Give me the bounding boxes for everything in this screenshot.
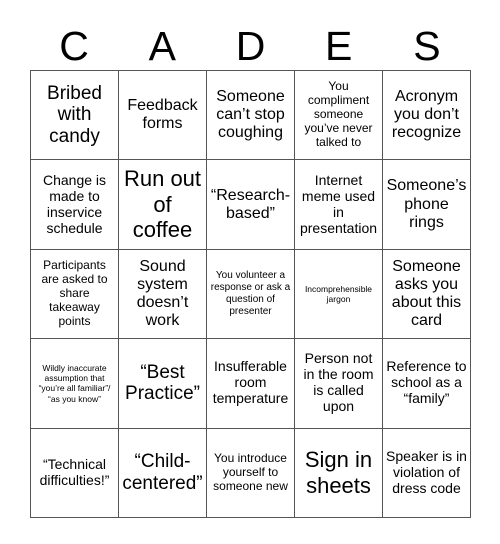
bingo-cell[interactable]: Run out of coffee bbox=[119, 160, 207, 250]
bingo-cell[interactable]: Insufferable room temperature bbox=[207, 339, 295, 429]
bingo-cell-label: “Technical difficulties!” bbox=[39, 455, 110, 488]
bingo-cell[interactable]: “Child-centered” bbox=[119, 428, 207, 518]
bingo-card: C A D E S Bribed with candy Feedback forms Som… bbox=[0, 0, 500, 544]
bingo-cell[interactable]: Someone can’t stop coughing bbox=[207, 71, 295, 161]
bingo-cell[interactable]: Bribed with candy bbox=[31, 71, 119, 161]
bingo-cell-label: Speaker is in violation of dress code bbox=[386, 447, 467, 496]
bingo-header-letter: E bbox=[325, 23, 353, 69]
bingo-cell-label: “Best Practice” bbox=[125, 361, 200, 405]
bingo-cell-label: Participants are asked to share takeaway… bbox=[41, 258, 108, 328]
bingo-grid: Bribed with candy Feedback forms Someone c… bbox=[30, 70, 471, 518]
bingo-cell[interactable]: You volunteer a response or ask a questi… bbox=[207, 249, 295, 340]
bingo-header: CADES bbox=[30, 18, 471, 68]
bingo-cell[interactable]: Internet meme used in presentation bbox=[295, 160, 383, 250]
bingo-cell-label: Incomprehensible jargon bbox=[304, 283, 373, 304]
bingo-cell-label: Acronym you don’t recognize bbox=[391, 88, 462, 142]
bingo-cell[interactable]: Reference to school as a “family” bbox=[383, 339, 471, 429]
bingo-cell-label: Change is made to inservice schedule bbox=[42, 171, 107, 236]
bingo-cell-label: Insufferable room temperature bbox=[212, 358, 289, 407]
bingo-cell[interactable]: Speaker is in violation of dress code bbox=[383, 428, 471, 518]
bingo-cell-label: You volunteer a response or ask a questi… bbox=[210, 270, 291, 317]
bingo-cell[interactable]: Participants are asked to share takeaway… bbox=[31, 249, 119, 340]
bingo-cell-label: Wildly inaccurate assumption that “you’r… bbox=[38, 363, 111, 404]
bingo-cell-label: “Research-based” bbox=[210, 186, 291, 222]
bingo-cell-label: Person not in the room is called upon bbox=[303, 350, 374, 415]
bingo-cell[interactable]: Sound system doesn’t work bbox=[119, 249, 207, 340]
bingo-cell-label: Someone can’t stop coughing bbox=[216, 88, 285, 142]
bingo-header-letter: D bbox=[235, 23, 266, 69]
bingo-cell-label: You introduce yourself to someone new bbox=[213, 450, 288, 493]
bingo-header-letter: C bbox=[59, 23, 89, 69]
bingo-cell[interactable]: You introduce yourself to someone new bbox=[207, 428, 295, 518]
bingo-cell[interactable]: “Best Practice” bbox=[119, 339, 207, 429]
bingo-cell[interactable]: Acronym you don’t recognize bbox=[383, 71, 471, 161]
bingo-cell-label: Internet meme used in presentation bbox=[299, 171, 378, 236]
bingo-cell-label: Someone’s phone rings bbox=[386, 177, 467, 231]
bingo-cell[interactable]: Change is made to inservice schedule bbox=[31, 160, 119, 250]
bingo-cell-label: Someone asks you about this card bbox=[391, 257, 462, 330]
bingo-header-letter: S bbox=[413, 23, 441, 69]
bingo-cell[interactable]: You compliment someone you’ve never talk… bbox=[295, 71, 383, 161]
bingo-cell-label: Run out of coffee bbox=[123, 166, 202, 243]
bingo-cell[interactable]: Person not in the room is called upon bbox=[295, 339, 383, 429]
bingo-cell[interactable]: “Research-based” bbox=[207, 160, 295, 250]
bingo-cell-label: Bribed with candy bbox=[47, 82, 102, 148]
bingo-cell[interactable]: Sign in sheets bbox=[295, 428, 383, 518]
bingo-cell[interactable]: Wildly inaccurate assumption that “you’r… bbox=[31, 339, 119, 429]
bingo-cell-label: Feedback forms bbox=[127, 97, 198, 133]
bingo-cell[interactable]: Someone’s phone rings bbox=[383, 160, 471, 250]
bingo-cell-label: “Child-centered” bbox=[122, 451, 203, 494]
bingo-cell[interactable]: “Technical difficulties!” bbox=[31, 428, 119, 518]
bingo-cell-label: You compliment someone you’ve never talk… bbox=[304, 79, 373, 150]
bingo-cell[interactable]: Incomprehensible jargon bbox=[295, 249, 383, 340]
bingo-header-letter: A bbox=[148, 23, 176, 69]
bingo-cell[interactable]: Feedback forms bbox=[119, 71, 207, 161]
bingo-cell-label: Reference to school as a “family” bbox=[386, 358, 467, 407]
bingo-cell[interactable]: Someone asks you about this card bbox=[383, 249, 471, 340]
bingo-cell-label: Sign in sheets bbox=[304, 447, 373, 498]
bingo-cell-label: Sound system doesn’t work bbox=[136, 257, 189, 330]
